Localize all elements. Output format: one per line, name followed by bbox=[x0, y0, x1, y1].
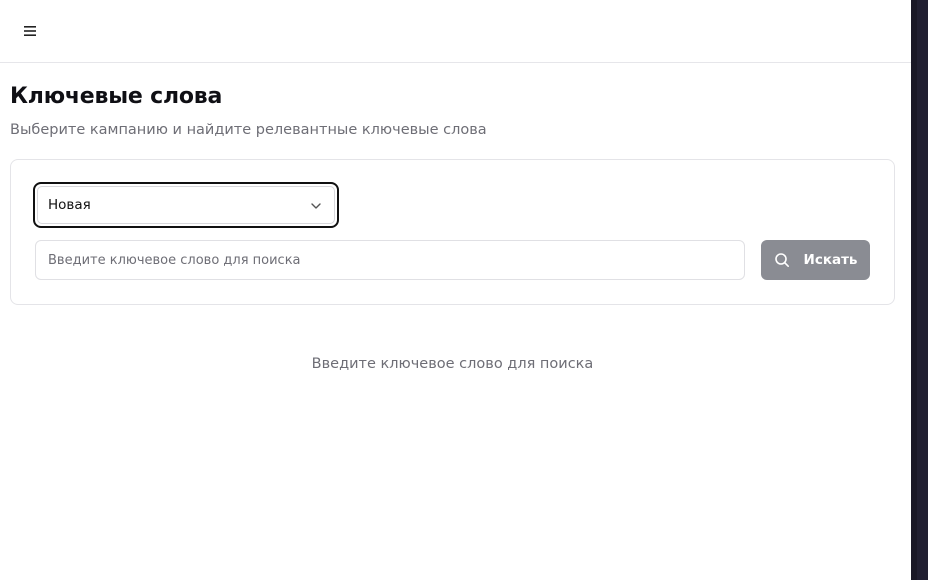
chevron-down-icon bbox=[309, 198, 323, 212]
page: Ключевые слова Выберите кампанию и найди… bbox=[0, 0, 928, 580]
top-bar bbox=[0, 0, 911, 63]
window-edge bbox=[911, 0, 928, 580]
search-card: Новая Искать bbox=[10, 159, 895, 305]
page-subtitle: Выберите кампанию и найдите релевантные … bbox=[10, 122, 487, 138]
hamburger-menu-icon bbox=[24, 26, 36, 36]
campaign-select[interactable]: Новая bbox=[33, 182, 339, 228]
app-window: Ключевые слова Выберите кампанию и найди… bbox=[0, 0, 911, 580]
search-icon bbox=[774, 252, 790, 268]
search-button[interactable]: Искать bbox=[761, 240, 870, 280]
search-button-label: Искать bbox=[803, 252, 858, 268]
keyword-search-input[interactable] bbox=[35, 240, 745, 280]
page-title: Ключевые слова bbox=[10, 84, 223, 109]
campaign-select-value: Новая bbox=[48, 197, 91, 213]
empty-state-message: Введите ключевое слово для поиска bbox=[311, 356, 594, 372]
menu-button[interactable] bbox=[20, 21, 40, 41]
